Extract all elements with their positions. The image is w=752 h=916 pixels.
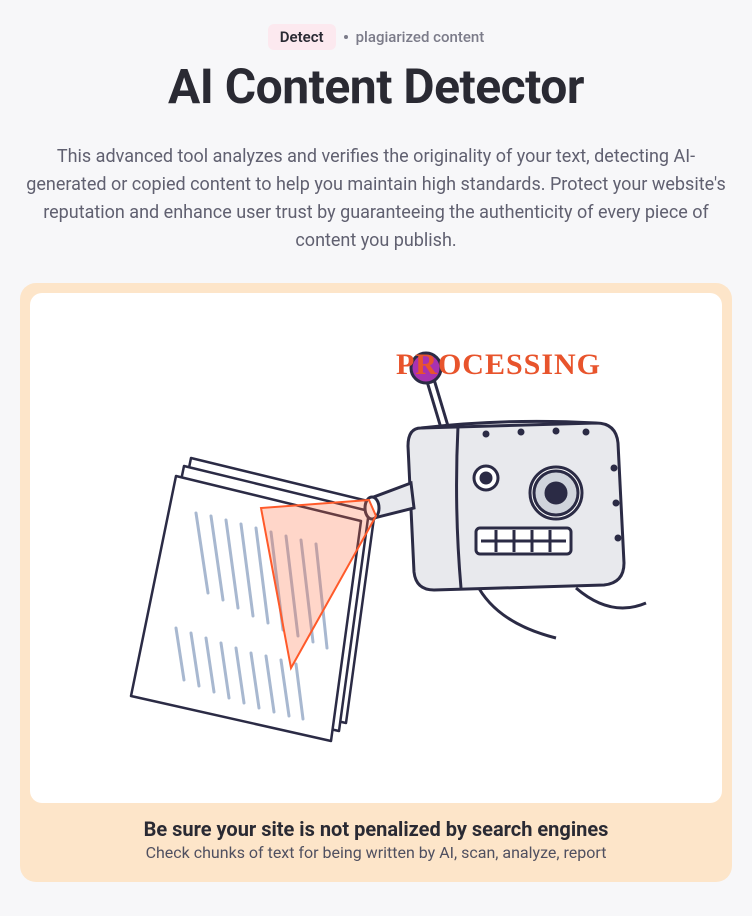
feature-caption: Be sure your site is not penalized by se… — [30, 803, 722, 872]
tagline-row: Detect plagiarized content — [268, 24, 484, 50]
tagline-separator-dot — [344, 35, 348, 39]
feature-caption-subtitle: Check chunks of text for being written b… — [50, 843, 702, 862]
processing-label: PROCESSING — [396, 348, 601, 382]
tagline-suffix: plagiarized content — [356, 28, 485, 46]
robot-scanning-illustration: PROCESSING — [76, 328, 676, 768]
feature-illustration-panel: PROCESSING — [30, 293, 722, 803]
robot-scanning-icon — [76, 328, 676, 768]
page-title: AI Content Detector — [168, 58, 584, 115]
feature-card: PROCESSING — [20, 283, 732, 882]
page-container: Detect plagiarized content AI Content De… — [0, 0, 752, 882]
feature-caption-title: Be sure your site is not penalized by se… — [50, 817, 702, 841]
page-description: This advanced tool analyzes and verifies… — [26, 143, 726, 255]
tagline-highlight: Detect — [268, 24, 336, 50]
